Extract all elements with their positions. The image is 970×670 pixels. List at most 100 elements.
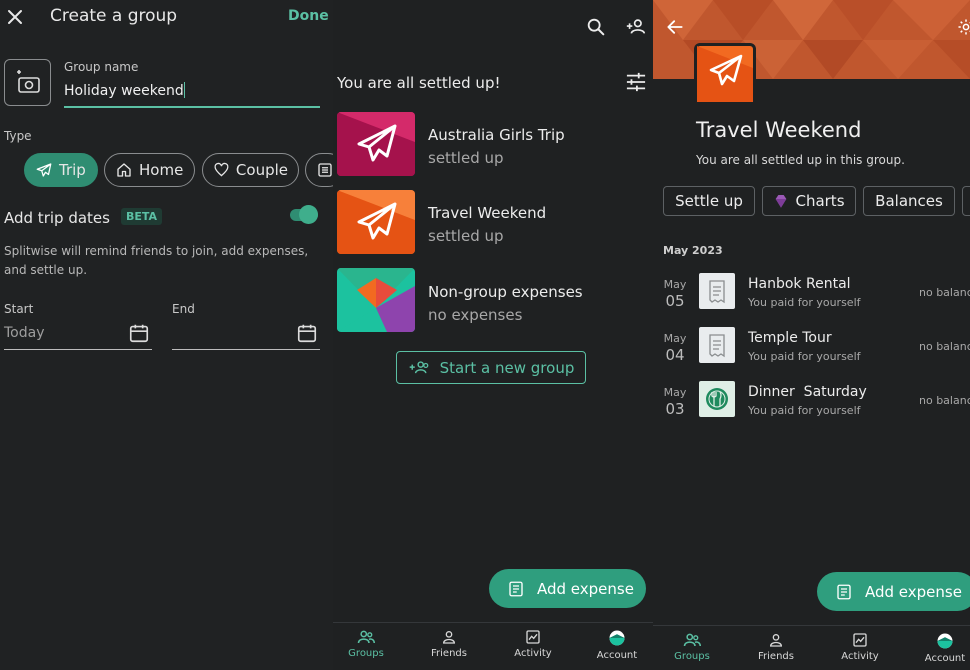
expense-day: 03: [665, 400, 685, 418]
expense-row-dinner[interactable]: May 03 Dinner Saturday You paid for your…: [653, 380, 970, 420]
nav-groups[interactable]: Groups: [653, 632, 732, 662]
more-tab-button[interactable]: [962, 186, 970, 216]
type-label: Type: [4, 129, 32, 143]
start-date-field[interactable]: Today: [4, 320, 152, 350]
groups-screen: You are all settled up! Australia Girls …: [333, 0, 653, 670]
receipt-icon: [699, 273, 735, 309]
page-title: Create a group: [50, 6, 178, 26]
receipt-icon: [699, 327, 735, 363]
start-new-group-button[interactable]: Start a new group: [396, 351, 586, 384]
receipt-icon: [837, 584, 851, 599]
nav-label: Activity: [514, 648, 552, 659]
expense-month: May: [663, 386, 687, 399]
tab-label: Settle up: [675, 192, 743, 210]
nav-friends[interactable]: Friends: [736, 632, 816, 662]
charts-button[interactable]: Charts: [762, 186, 856, 216]
add-expense-label: Add expense: [537, 579, 634, 598]
expense-title: Hanbok Rental: [748, 276, 851, 292]
expense-row-temple[interactable]: May 04 Temple Tour You paid for yourself…: [653, 326, 970, 366]
expense-balance: no balance: [919, 394, 970, 407]
nav-label: Account: [596, 650, 638, 661]
group-row-non-group[interactable]: Non-group expenses no expenses: [333, 268, 653, 332]
list-icon: [318, 163, 332, 177]
group-name-input[interactable]: Holiday weekend: [64, 80, 320, 108]
nav-label: Activity: [841, 651, 879, 662]
add-friend-icon[interactable]: [624, 16, 648, 38]
expense-title: Temple Tour: [748, 330, 832, 346]
search-icon[interactable]: [585, 16, 607, 38]
plane-icon: [36, 163, 52, 177]
type-chip-couple[interactable]: Couple: [202, 153, 299, 187]
heart-icon: [214, 162, 229, 177]
month-header: May 2023: [663, 244, 723, 257]
group-thumbnail: [337, 112, 415, 176]
expense-payer: You paid for yourself: [748, 350, 861, 363]
type-chip-trip[interactable]: Trip: [24, 153, 98, 187]
group-photo-button[interactable]: [4, 59, 51, 106]
calendar-icon: [297, 324, 317, 343]
expense-month: May: [663, 332, 687, 345]
group-row-travel-weekend[interactable]: Travel Weekend settled up: [333, 190, 653, 254]
beta-badge: BETA: [121, 208, 163, 225]
trip-dates-hint: Splitwise will remind friends to join, a…: [4, 244, 309, 277]
filter-icon[interactable]: [625, 72, 647, 92]
gem-icon: [776, 195, 787, 208]
settings-gear-icon[interactable]: [957, 18, 970, 36]
group-name: Australia Girls Trip: [428, 126, 565, 144]
group-row-australia[interactable]: Australia Girls Trip settled up: [333, 112, 653, 176]
utensils-icon: [699, 381, 735, 417]
nav-friends[interactable]: Friends: [409, 629, 489, 659]
nav-label: Groups: [348, 648, 384, 659]
group-thumbnail: [337, 190, 415, 254]
close-icon[interactable]: [6, 8, 24, 26]
start-date-placeholder: Today: [4, 325, 45, 341]
activity-icon: [526, 630, 540, 644]
nav-label: Account: [924, 653, 966, 664]
expense-day: 05: [665, 292, 685, 310]
expense-payer: You paid for yourself: [748, 404, 861, 417]
start-new-group-label: Start a new group: [439, 358, 575, 377]
nav-activity[interactable]: Activity: [493, 629, 573, 659]
add-expense-fab[interactable]: Add expense: [817, 572, 970, 611]
group-name: Non-group expenses: [428, 283, 583, 301]
end-date-field[interactable]: [172, 320, 320, 350]
bottom-nav: Groups Friends Activity Account: [653, 625, 970, 670]
bottom-nav: Groups Friends Activity Account: [333, 622, 653, 670]
add-expense-label: Add expense: [865, 582, 962, 601]
groups-icon: [357, 630, 375, 644]
balances-button[interactable]: Balances: [863, 186, 955, 216]
expense-row-hanbok[interactable]: May 05 Hanbok Rental You paid for yourse…: [653, 272, 970, 312]
type-chip-label: Couple: [235, 161, 288, 179]
groups-icon: [683, 633, 701, 647]
type-chip-other[interactable]: [305, 153, 333, 187]
group-name-label: Group name: [64, 60, 139, 74]
nav-groups[interactable]: Groups: [333, 629, 406, 659]
settled-header: You are all settled up!: [337, 74, 501, 92]
group-thumbnail: [337, 268, 415, 332]
expense-payer: You paid for yourself: [748, 296, 861, 309]
tab-label: Charts: [795, 192, 845, 210]
nav-account[interactable]: Account: [905, 632, 970, 664]
nav-label: Friends: [431, 648, 467, 659]
nav-label: Groups: [674, 651, 710, 662]
add-expense-fab[interactable]: Add expense: [489, 569, 646, 608]
expense-month: May: [663, 278, 687, 291]
toggle-knob[interactable]: [299, 205, 318, 224]
done-button[interactable]: Done: [288, 8, 329, 24]
expense-balance: no balance: [919, 286, 970, 299]
type-chip-home[interactable]: Home: [104, 153, 195, 187]
nav-activity[interactable]: Activity: [820, 632, 900, 662]
end-label: End: [172, 302, 195, 316]
nav-label: Friends: [758, 651, 794, 662]
start-label: Start: [4, 302, 34, 316]
back-arrow-icon[interactable]: [665, 17, 685, 37]
nav-account[interactable]: Account: [577, 629, 653, 661]
settle-up-button[interactable]: Settle up: [663, 186, 755, 216]
expense-balance: no balance: [919, 340, 970, 353]
group-title: Travel Weekend: [696, 118, 862, 142]
group-status: no expenses: [428, 306, 523, 324]
activity-icon: [853, 633, 867, 647]
account-icon: [937, 633, 953, 649]
add-photo-icon: [17, 70, 40, 93]
tab-label: Balances: [875, 192, 943, 210]
